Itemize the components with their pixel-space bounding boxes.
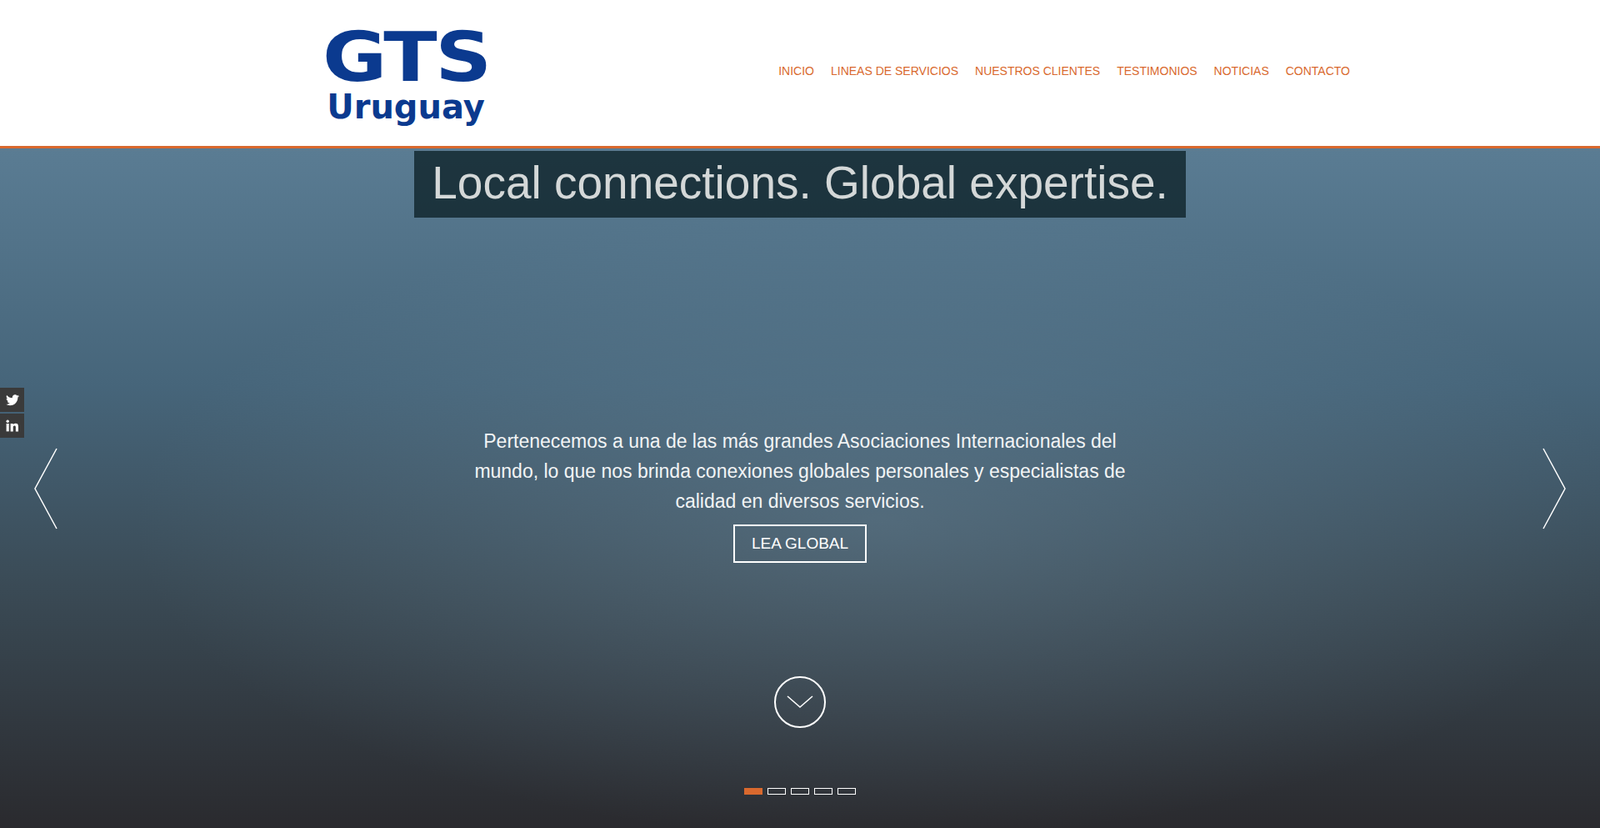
nav-item[interactable]: CONTACTO — [1285, 64, 1350, 78]
slider-indicator[interactable] — [837, 787, 856, 795]
linkedin-button[interactable] — [0, 413, 25, 438]
social-bar — [0, 387, 25, 438]
slider-indicator[interactable] — [744, 787, 763, 795]
nav-item[interactable]: NUESTROS CLIENTES — [975, 64, 1100, 78]
slider-button[interactable]: LEA GLOBAL — [733, 524, 867, 563]
linkedin-icon — [5, 419, 19, 432]
arrow-left-icon — [33, 446, 59, 530]
slider-indicators — [744, 787, 856, 795]
page: GTSUruguay INICIO LINEAS DE SERVICIOS NUEST… — [0, 0, 1600, 828]
slider-indicator[interactable] — [767, 787, 786, 795]
slider-indicator[interactable] — [814, 787, 833, 795]
logo-main: GTS — [321, 23, 490, 92]
hero-slider: Local connections. Global expertise. Pert… — [0, 148, 1600, 828]
header: GTSUruguay INICIO LINEAS DE SERVICIOS NUEST… — [0, 0, 1600, 149]
nav-item[interactable]: LINEAS DE SERVICIOS — [830, 64, 959, 78]
slider-text: Pertenecemos a una de las más grandes As… — [462, 425, 1138, 516]
twitter-button[interactable] — [0, 387, 25, 412]
chevron-down-icon — [785, 694, 815, 710]
nav-item[interactable]: INICIO — [778, 64, 815, 78]
slider-indicator[interactable] — [790, 787, 810, 795]
nav-item[interactable]: NOTICIAS — [1214, 64, 1270, 78]
twitter-icon — [5, 394, 20, 406]
prev-slide-button[interactable] — [33, 446, 59, 534]
logo[interactable]: GTSUruguay — [319, 23, 493, 124]
next-slide-button[interactable] — [1541, 446, 1567, 534]
slider-title: Local connections. Global expertise. — [414, 150, 1186, 218]
logo-sub: Uruguay — [326, 90, 485, 124]
nav-item[interactable]: TESTIMONIOS — [1116, 64, 1197, 78]
arrow-right-icon — [1541, 446, 1567, 530]
main-nav: INICIO LINEAS DE SERVICIOS NUESTROS CLIENT… — [778, 64, 1350, 78]
scroll-down-button[interactable] — [774, 675, 826, 728]
